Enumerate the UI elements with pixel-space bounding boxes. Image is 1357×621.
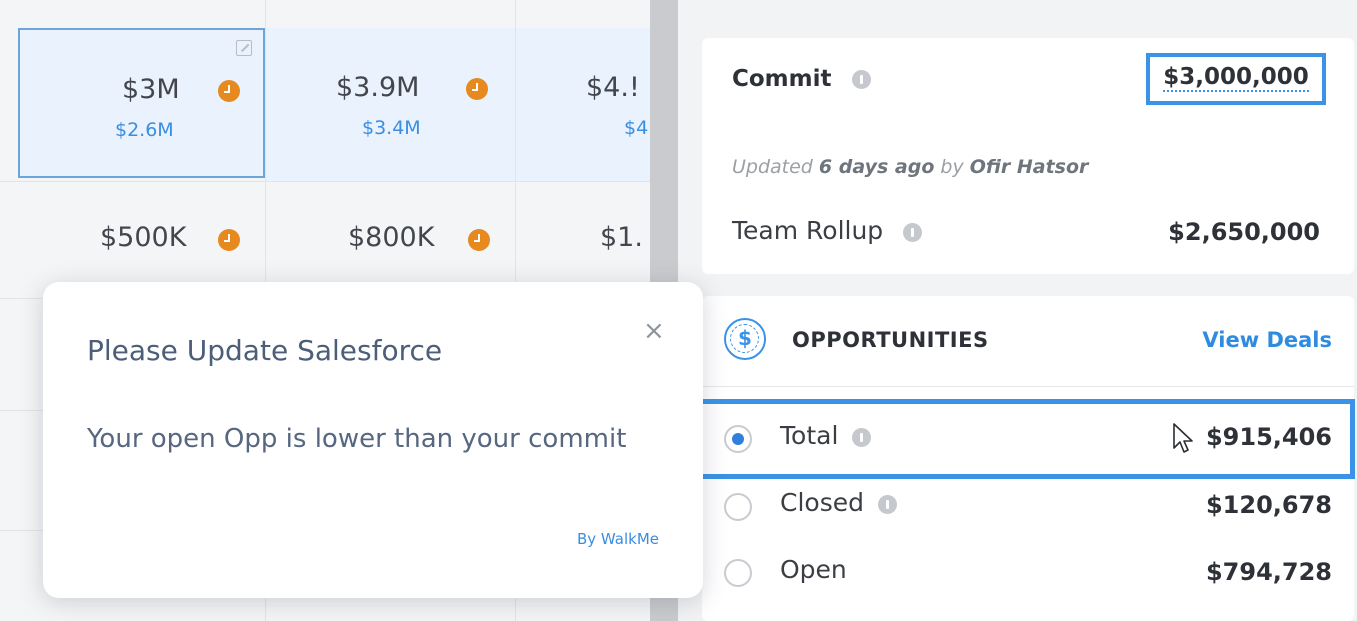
radio-open[interactable] <box>724 559 752 587</box>
cell-amount: $500K <box>100 222 187 253</box>
popup-pointer <box>702 420 724 464</box>
commit-label-text: Commit <box>732 66 832 92</box>
edit-icon[interactable] <box>236 40 252 56</box>
forecast-cell[interactable]: $3.9M $3.4M <box>266 28 515 181</box>
info-icon[interactable] <box>877 494 897 514</box>
updated-when: 6 days ago <box>818 156 935 178</box>
cell-amount: $3.9M <box>336 72 420 103</box>
opp-row-label: Closed <box>780 488 897 517</box>
commit-label: Commit <box>732 66 871 92</box>
team-rollup-label-text: Team Rollup <box>732 216 884 245</box>
info-icon[interactable] <box>851 70 871 89</box>
forecast-cell[interactable]: $1. <box>516 182 650 298</box>
team-rollup-label: Team Rollup <box>732 216 923 245</box>
clock-icon <box>218 80 240 102</box>
commit-value-highlight[interactable]: $3,000,000 <box>1146 53 1326 105</box>
cell-sub-amount: $4 <box>624 117 649 139</box>
updated-by-prefix: by <box>934 156 970 178</box>
commit-updated-text: Updated 6 days ago by Ofir Hatsor <box>732 156 1088 178</box>
cell-sub-amount: $3.4M <box>362 117 421 139</box>
popup-message: Your open Opp is lower than your commit <box>87 424 627 454</box>
dollar-symbol: $ <box>738 326 752 350</box>
cell-amount: $800K <box>348 222 435 253</box>
forecast-cell-selected[interactable]: $3M $2.6M <box>18 28 265 178</box>
cell-amount: $3M <box>122 74 180 105</box>
updated-prefix: Updated <box>732 156 819 178</box>
opp-open-value: $794,728 <box>1205 558 1332 586</box>
cursor-icon <box>1173 423 1193 453</box>
opportunities-title: OPPORTUNITIES <box>792 328 989 352</box>
commit-value[interactable]: $3,000,000 <box>1163 64 1309 92</box>
forecast-cell[interactable]: $800K <box>266 182 515 298</box>
clock-icon <box>468 229 490 251</box>
popup-title: Please Update Salesforce <box>87 334 443 367</box>
view-deals-link[interactable]: View Deals <box>1202 328 1332 352</box>
forecast-side-panel: Commit $3,000,000 Updated 6 days ago by … <box>678 0 1357 621</box>
total-row-highlight[interactable] <box>694 399 1355 479</box>
opp-closed-value: $120,678 <box>1205 491 1332 519</box>
clock-icon <box>218 229 240 251</box>
forecast-cell[interactable]: $4.! $4 <box>516 28 650 181</box>
cell-amount: $1. <box>600 222 643 253</box>
clock-icon <box>466 78 488 100</box>
walkme-popup: Please Update Salesforce × Your open Opp… <box>43 282 703 598</box>
team-rollup-value: $2,650,000 <box>1168 218 1320 246</box>
divider <box>702 386 1354 387</box>
cell-amount: $4.! <box>586 72 640 103</box>
opp-open-label: Open <box>780 555 847 584</box>
info-icon[interactable] <box>903 222 923 242</box>
walkme-attribution[interactable]: By WalkMe <box>577 530 659 548</box>
dollar-icon: $ <box>724 318 766 360</box>
opp-closed-label: Closed <box>780 488 864 517</box>
close-icon[interactable]: × <box>643 316 665 346</box>
commit-card: Commit $3,000,000 Updated 6 days ago by … <box>702 38 1354 274</box>
forecast-cell[interactable]: $500K <box>0 182 265 298</box>
cell-sub-amount: $2.6M <box>115 119 174 141</box>
updated-by: Ofir Hatsor <box>969 156 1089 178</box>
radio-closed[interactable] <box>724 493 752 521</box>
